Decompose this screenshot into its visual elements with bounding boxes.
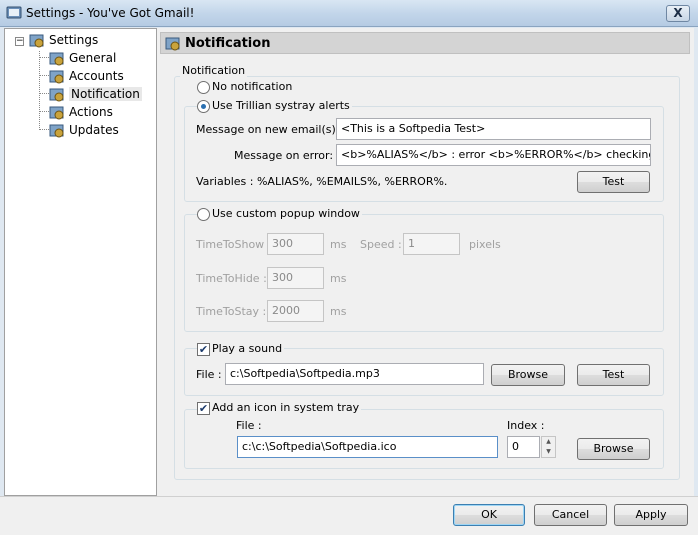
settings-icon — [165, 37, 180, 51]
trillian-radio[interactable] — [197, 100, 210, 113]
tree-item-settings[interactable]: Settings — [29, 31, 98, 49]
index-input[interactable]: 0 — [507, 436, 540, 458]
time-to-show-input[interactable]: 300 — [267, 233, 324, 255]
section-title: Notification — [185, 36, 271, 51]
tray-file-label: File : — [236, 419, 262, 432]
tree-item-updates[interactable]: Updates — [49, 121, 119, 139]
pixels-label: pixels — [469, 238, 501, 251]
ms-label: ms — [330, 272, 347, 285]
ms-label: ms — [330, 238, 347, 251]
tree-item-notification[interactable]: Notification — [49, 85, 142, 103]
spin-down-icon[interactable]: ▼ — [542, 447, 555, 457]
group-legend: Notification — [180, 64, 248, 78]
dialog-footer: OK Cancel Apply — [0, 496, 698, 535]
tree-item-general[interactable]: General — [49, 49, 116, 67]
settings-icon — [6, 6, 22, 19]
sound-test-button[interactable]: Test — [577, 364, 650, 386]
popup-label: Use custom popup window — [210, 207, 362, 221]
spin-up-icon[interactable]: ▲ — [542, 437, 555, 447]
play-sound-checkbox[interactable]: ✔ — [197, 343, 210, 356]
tree-connector — [39, 93, 49, 94]
sound-file-label: File : — [196, 368, 222, 381]
tree-item-accounts[interactable]: Accounts — [49, 67, 124, 85]
no-notification-label: No notification — [212, 80, 293, 93]
speed-input[interactable]: 1 — [403, 233, 460, 255]
time-to-hide-input[interactable]: 300 — [267, 267, 324, 289]
tray-browse-button[interactable]: Browse — [577, 438, 650, 460]
window-title: Settings - You've Got Gmail! — [26, 6, 195, 20]
notification-panel: Notification No notification Use Trillia… — [160, 56, 690, 496]
time-to-hide-label: TimeToHide : — [196, 272, 267, 285]
variables-text: Variables : %ALIAS%, %EMAILS%, %ERROR%. — [196, 175, 448, 188]
tree-item-label: Accounts — [69, 69, 124, 83]
settings-tree: − Settings General Accounts Notification… — [4, 28, 157, 496]
time-to-stay-label: TimeToStay : — [196, 305, 267, 318]
settings-icon — [49, 52, 64, 65]
index-label: Index : — [507, 419, 545, 432]
tray-file-input[interactable]: c:\c:\Softpedia\Softpedia.ico — [237, 436, 498, 458]
no-notification-radio[interactable] — [197, 81, 210, 94]
tree-connector — [39, 75, 49, 76]
settings-icon — [49, 88, 64, 101]
time-to-stay-input[interactable]: 2000 — [267, 300, 324, 322]
apply-button[interactable]: Apply — [614, 504, 688, 526]
trillian-label: Use Trillian systray alerts — [210, 99, 352, 113]
sound-browse-button[interactable]: Browse — [491, 364, 565, 386]
message-new-input[interactable]: <This is a Softpedia Test> — [336, 118, 651, 140]
tree-connector — [39, 51, 40, 128]
trillian-test-button[interactable]: Test — [577, 171, 650, 193]
settings-icon — [49, 70, 64, 83]
tree-item-label: Actions — [69, 105, 113, 119]
tree-item-label: Notification — [69, 87, 142, 101]
collapse-icon[interactable]: − — [15, 37, 24, 46]
tree-item-label: Updates — [69, 123, 119, 137]
settings-icon — [29, 34, 44, 47]
time-to-show-label: TimeToShow : — [196, 238, 272, 251]
settings-icon — [49, 124, 64, 137]
message-error-label: Message on error: — [234, 149, 334, 162]
tree-item-label: General — [69, 51, 117, 65]
ms-label: ms — [330, 305, 347, 318]
tree-connector — [39, 111, 49, 112]
message-new-label: Message on new email(s) : — [196, 123, 343, 136]
section-header: Notification — [160, 32, 690, 54]
play-sound-label: Play a sound — [210, 342, 285, 356]
speed-label: Speed : — [360, 238, 402, 251]
popup-radio[interactable] — [197, 208, 210, 221]
settings-icon — [49, 106, 64, 119]
tray-icon-checkbox[interactable]: ✔ — [197, 402, 210, 415]
sound-file-input[interactable]: c:\Softpedia\Softpedia.mp3 — [225, 363, 484, 385]
close-button[interactable]: X — [666, 5, 690, 22]
tree-connector — [39, 57, 49, 58]
tray-icon-label: Add an icon in system tray — [210, 401, 362, 415]
tree-connector — [39, 129, 49, 130]
title-bar: Settings - You've Got Gmail! X — [0, 0, 698, 27]
tree-item-label: Settings — [49, 33, 99, 47]
cancel-button[interactable]: Cancel — [534, 504, 607, 526]
ok-button[interactable]: OK — [453, 504, 525, 526]
index-spinner[interactable]: ▲ ▼ — [541, 436, 556, 458]
tree-item-actions[interactable]: Actions — [49, 103, 113, 121]
message-error-input[interactable]: <b>%ALIAS%</b> : error <b>%ERROR%</b> ch… — [336, 144, 651, 166]
